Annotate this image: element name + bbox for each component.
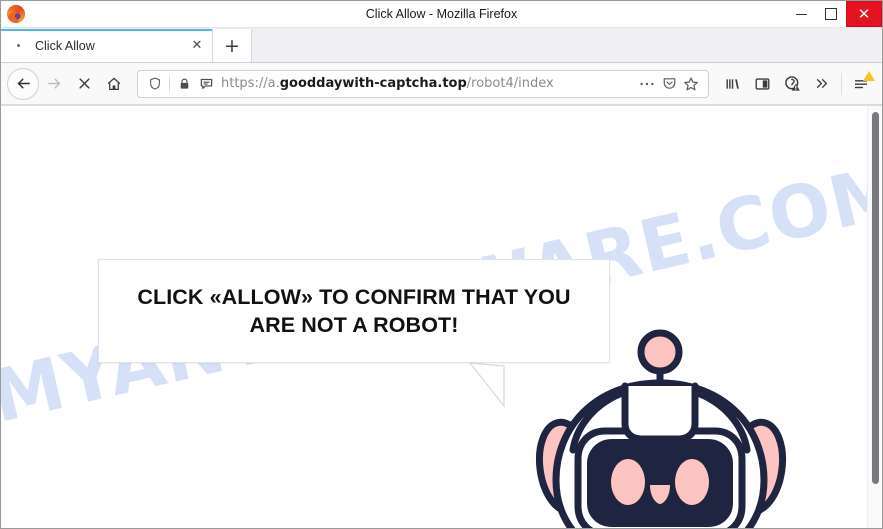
page-actions-ellipsis-icon[interactable] [636,74,658,94]
instruction-line-2: ARE NOT A ROBOT! [249,313,459,337]
home-icon [106,76,122,92]
forward-button [39,69,69,99]
window-title: Click Allow - Mozilla Firefox [365,7,518,21]
library-button[interactable] [717,69,747,99]
maximize-button[interactable] [816,1,846,27]
tab-favicon-icon [11,39,25,53]
tab-strip-empty-space [252,29,882,62]
url-scheme: https://a. [221,76,280,91]
account-button[interactable] [777,69,807,99]
page-content: MYANTISPYWARE.COM CLICK «ALLOW» TO CONFI… [1,105,882,528]
url-bar[interactable]: https://a.gooddaywith-captcha.top/robot4… [137,69,709,98]
tab-click-allow[interactable]: Click Allow ✕ [1,29,213,62]
vertical-scrollbar[interactable] [867,106,882,528]
back-arrow-icon [15,75,32,92]
pocket-icon[interactable] [658,74,680,94]
firefox-logo-icon [7,5,25,23]
robot-right-eye [675,459,709,505]
allow-instruction-bubble: CLICK «ALLOW» TO CONFIRM THAT YOU ARE NO… [98,259,610,363]
tab-strip: Click Allow ✕ + [1,28,882,63]
new-tab-button[interactable]: + [213,29,252,62]
url-domain: gooddaywith-captcha.top [279,76,467,91]
stop-icon [77,76,92,91]
chevron-double-right-icon [814,76,830,91]
firefox-browser-window: Click Allow - Mozilla Firefox ✕ Click Al… [0,0,883,529]
window-controls: ✕ [786,1,882,27]
robot-left-eye [611,459,645,505]
url-bar-actions [636,74,702,94]
back-button[interactable] [7,67,39,100]
bookmark-star-icon[interactable] [680,74,702,94]
forward-arrow-icon [46,75,63,92]
url-text: https://a.gooddaywith-captcha.top/robot4… [221,76,636,91]
tracking-protection-shield-icon[interactable] [144,74,166,94]
bubble-tail-icon [469,362,505,408]
instruction-line-1: CLICK «ALLOW» TO CONFIRM THAT YOU [137,284,571,309]
stop-button[interactable] [69,69,99,99]
sidebar-icon [754,76,771,92]
tab-title: Click Allow [35,38,95,53]
robot-mouth [650,485,670,504]
menu-update-warning-badge-icon [863,70,875,81]
navigation-toolbar: https://a.gooddaywith-captcha.top/robot4… [1,63,882,105]
app-menu-button[interactable] [846,69,876,99]
overflow-button[interactable] [807,69,837,99]
padlock-icon[interactable] [173,74,195,94]
tab-close-icon[interactable]: ✕ [188,37,206,55]
home-button[interactable] [99,69,129,99]
toolbar-divider [841,72,842,95]
minimize-button[interactable] [786,1,816,27]
title-bar: Click Allow - Mozilla Firefox ✕ [1,1,882,28]
url-bar-divider [169,75,170,92]
account-warning-icon [784,75,801,92]
close-icon: ✕ [857,4,871,23]
url-path: /robot4/index [466,76,554,91]
sidebar-button[interactable] [747,69,777,99]
library-icon [724,76,741,92]
notification-permission-icon[interactable] [195,74,217,94]
close-button[interactable]: ✕ [846,1,882,27]
allow-instruction-text: CLICK «ALLOW» TO CONFIRM THAT YOU ARE NO… [99,283,609,340]
scrollbar-thumb[interactable] [872,112,879,484]
